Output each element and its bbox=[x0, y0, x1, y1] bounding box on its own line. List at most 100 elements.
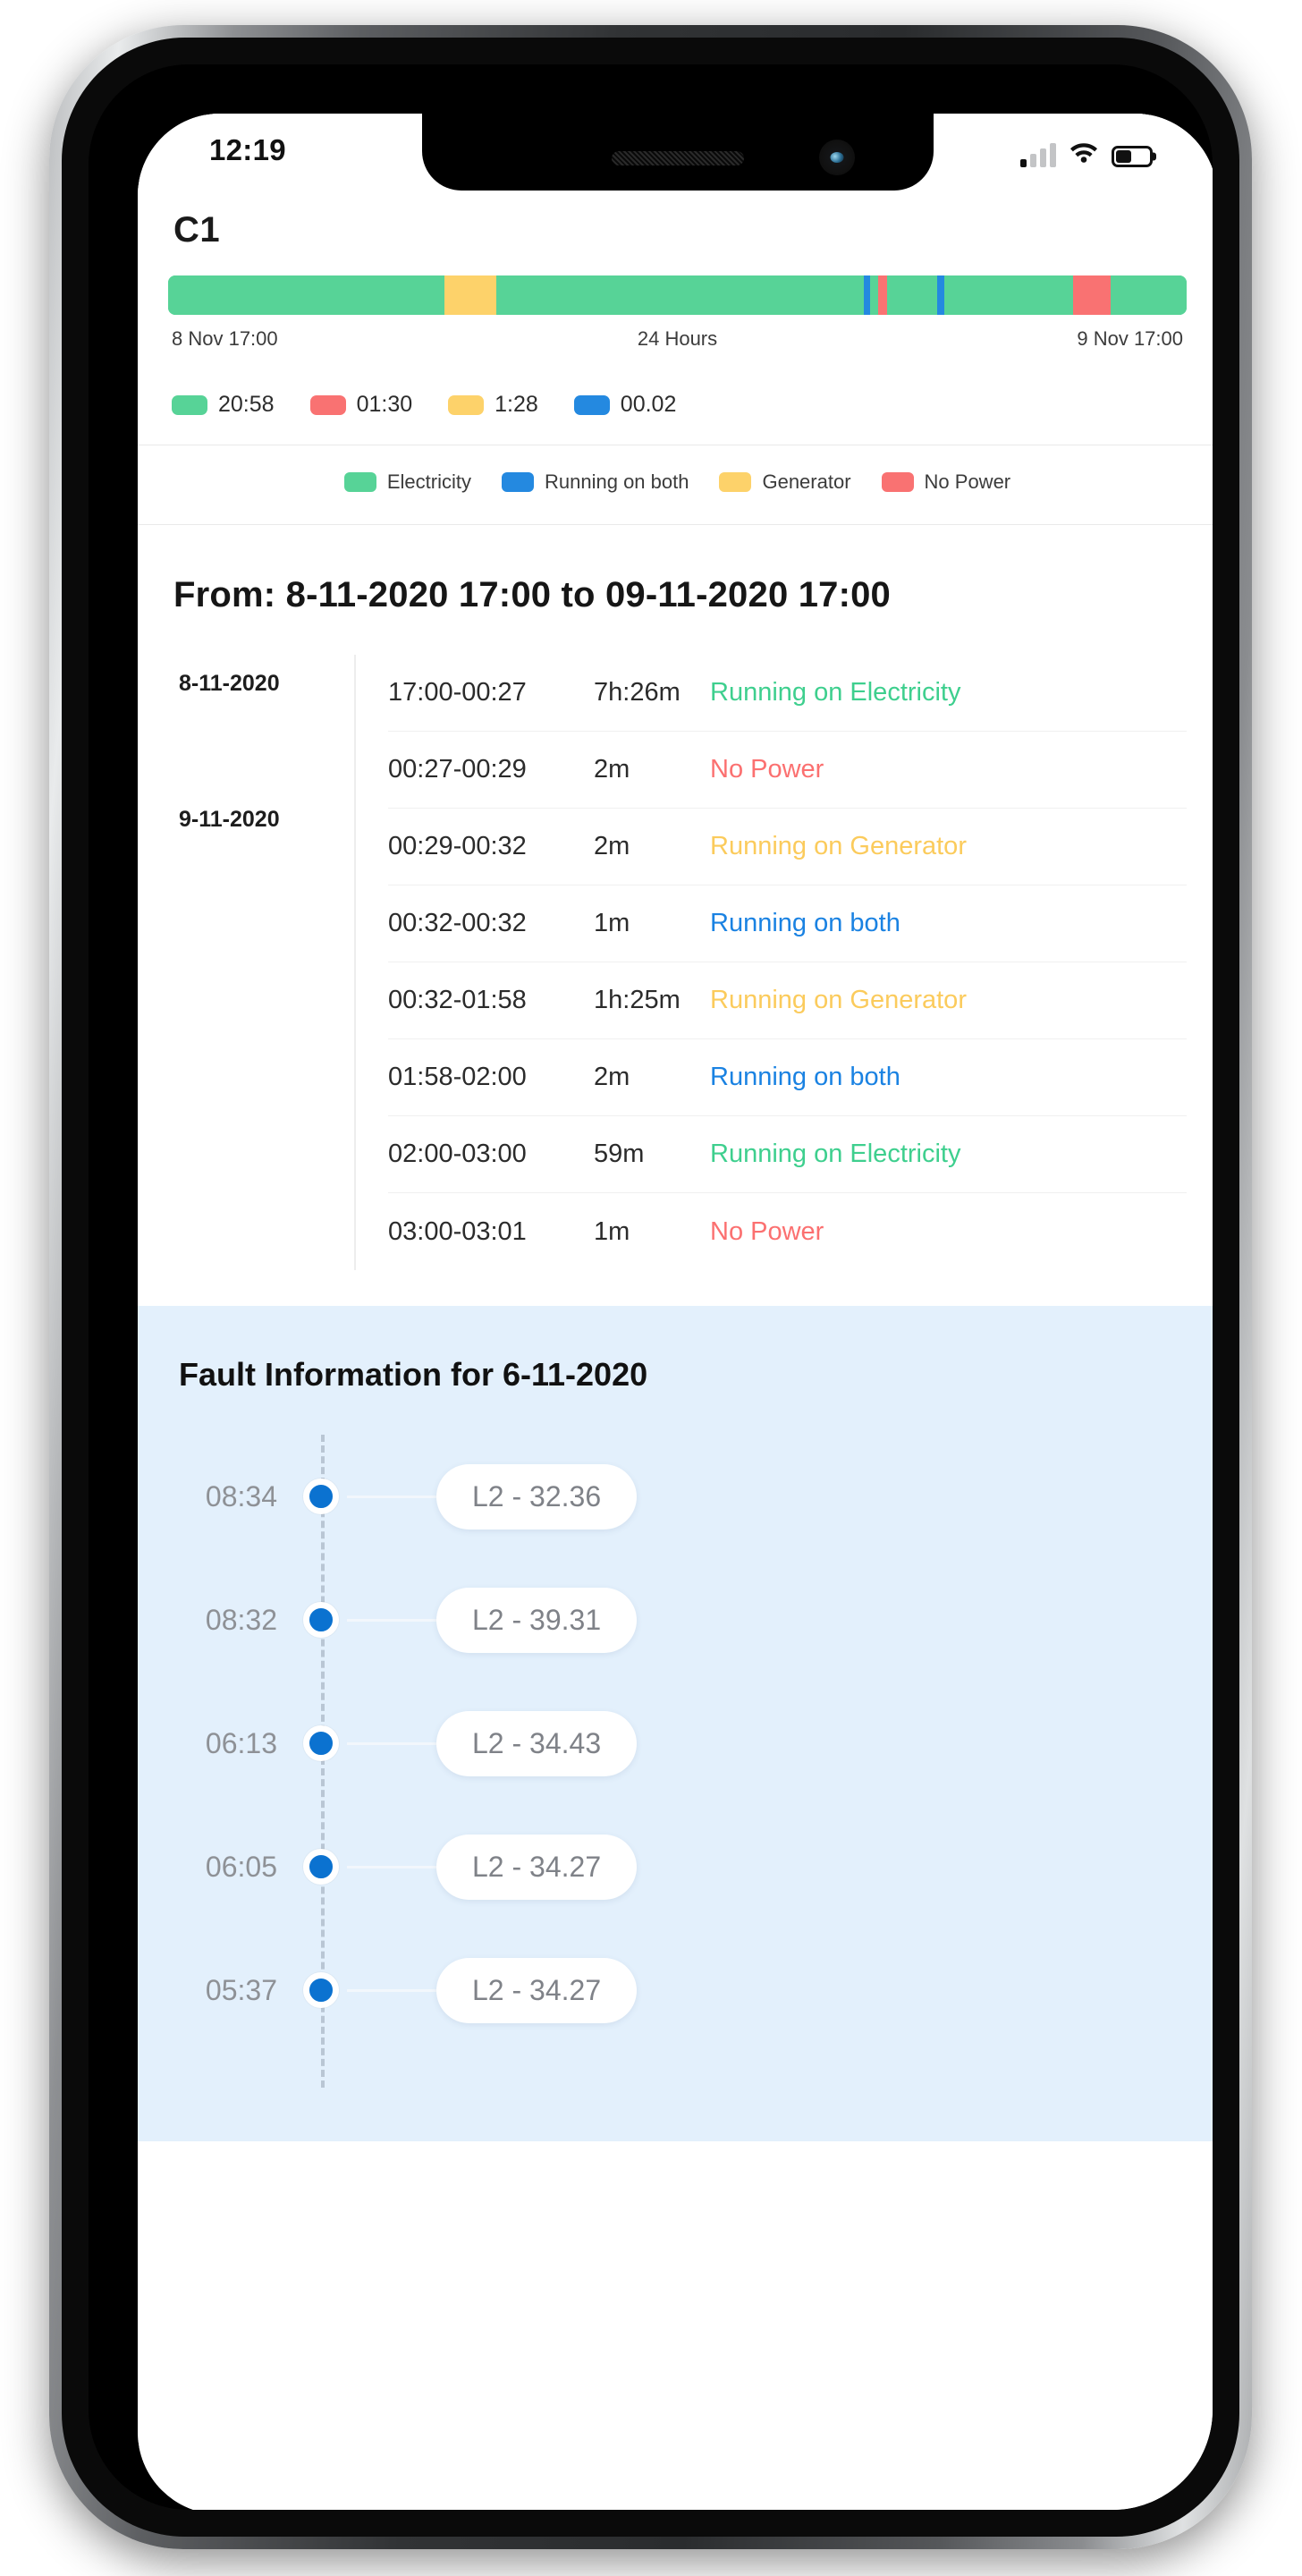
fault-value-chip[interactable]: L2 - 34.43 bbox=[436, 1710, 638, 1776]
fault-information-panel: Fault Information for 6-11-2020 08:34 L2 … bbox=[138, 1306, 1213, 2141]
table-row[interactable]: 17:00-00:27 7h:26m Running on Electricity bbox=[388, 655, 1187, 732]
fault-time: 05:37 bbox=[205, 1973, 277, 2006]
timeline-segment bbox=[863, 275, 871, 315]
page-title: C1 bbox=[173, 210, 221, 250]
status-badge: Running on Electricity bbox=[710, 678, 961, 707]
timeline-axis-end: 9 Nov 17:00 bbox=[1077, 327, 1183, 350]
log-date-label: 9-11-2020 bbox=[179, 807, 280, 832]
status-badge: Running on Generator bbox=[710, 986, 967, 1014]
legend-swatch-icon bbox=[502, 472, 534, 492]
fault-connector-line bbox=[347, 1988, 436, 1992]
fault-value-chip[interactable]: L2 - 39.31 bbox=[436, 1587, 638, 1653]
color-swatch-icon bbox=[573, 394, 610, 415]
timeline-dot-icon bbox=[303, 1725, 339, 1761]
list-item[interactable]: 08:34 L2 - 32.36 bbox=[138, 1435, 1213, 1558]
legend-item: Electricity bbox=[343, 470, 471, 494]
table-row[interactable]: 00:32-01:58 1h:25m Running on Generator bbox=[388, 962, 1187, 1039]
fault-value-chip[interactable]: L2 - 32.36 bbox=[436, 1463, 638, 1530]
log-duration: 1m bbox=[594, 1216, 630, 1246]
fault-connector-line bbox=[347, 1741, 436, 1745]
timeline-dot-icon bbox=[303, 1849, 339, 1885]
notch bbox=[421, 114, 934, 191]
timeline-axis-start: 8 Nov 17:00 bbox=[172, 327, 278, 350]
fault-dot-wrapper bbox=[297, 1479, 345, 1514]
power-timeline-bar[interactable] bbox=[168, 275, 1187, 315]
duration-summary-item: 01:30 bbox=[309, 392, 412, 418]
fault-dot-wrapper bbox=[297, 1602, 345, 1638]
legend-item: Running on both bbox=[502, 470, 689, 494]
timeline-dot-icon bbox=[303, 1602, 339, 1638]
status-badge: No Power bbox=[710, 755, 824, 784]
list-item[interactable]: 06:05 L2 - 34.27 bbox=[138, 1805, 1213, 1928]
timeline-dot-icon bbox=[303, 1479, 339, 1514]
legend-item: No Power bbox=[881, 470, 1010, 494]
front-camera-icon bbox=[818, 140, 855, 175]
legend-swatch-icon bbox=[719, 472, 752, 492]
fault-connector-line bbox=[347, 1865, 436, 1868]
duration-value: 00.02 bbox=[620, 392, 677, 417]
status-badge: Running on Electricity bbox=[710, 1140, 961, 1168]
duration-summary-item: 00.02 bbox=[573, 392, 677, 418]
timeline-axis-center: 24 Hours bbox=[637, 327, 718, 350]
log-duration: 2m bbox=[594, 1063, 630, 1091]
fault-value-chip[interactable]: L2 - 34.27 bbox=[436, 1957, 638, 2023]
table-row[interactable]: 00:27-00:29 2m No Power bbox=[388, 732, 1187, 809]
table-row[interactable]: 02:00-03:00 59m Running on Electricity bbox=[388, 1116, 1187, 1193]
timeline-segment bbox=[878, 275, 888, 315]
log-duration: 2m bbox=[594, 832, 630, 860]
timeline-segment bbox=[168, 275, 445, 315]
timeline-segment bbox=[936, 275, 944, 315]
log-duration: 1h:25m bbox=[594, 986, 681, 1014]
legend-item: Generator bbox=[719, 470, 851, 494]
log-time-range: 00:29-00:32 bbox=[388, 832, 527, 860]
status-badge: Running on both bbox=[710, 909, 900, 937]
log-time-range: 03:00-03:01 bbox=[388, 1216, 527, 1246]
phone-bezel: 12:19 C1 8 Nov 17:00 24 Hours 9 Nov 17:0… bbox=[89, 64, 1213, 2510]
timeline-axis: 8 Nov 17:00 24 Hours 9 Nov 17:00 bbox=[168, 327, 1187, 369]
log-time-range: 00:32-01:58 bbox=[388, 986, 527, 1014]
log-time-range: 02:00-03:00 bbox=[388, 1140, 527, 1168]
app-scroll-area[interactable]: 12:19 C1 8 Nov 17:00 24 Hours 9 Nov 17:0… bbox=[138, 114, 1213, 2510]
log-time-range: 01:58-02:00 bbox=[388, 1063, 527, 1091]
fault-section-title: Fault Information for 6-11-2020 bbox=[179, 1356, 648, 1393]
timeline-segment bbox=[1110, 275, 1187, 315]
fault-connector-line bbox=[347, 1495, 436, 1498]
log-time-range: 17:00-00:27 bbox=[388, 678, 527, 707]
phone-screen: 12:19 C1 8 Nov 17:00 24 Hours 9 Nov 17:0… bbox=[138, 114, 1213, 2510]
fault-dot-wrapper bbox=[297, 1725, 345, 1761]
table-row[interactable]: 01:58-02:00 2m Running on both bbox=[388, 1039, 1187, 1116]
timeline-segment bbox=[1073, 275, 1111, 315]
duration-value: 20:58 bbox=[218, 392, 275, 417]
fault-time: 08:34 bbox=[205, 1479, 277, 1513]
timeline-segment bbox=[496, 275, 864, 315]
phone-body: 12:19 C1 8 Nov 17:00 24 Hours 9 Nov 17:0… bbox=[62, 38, 1239, 2537]
legend-label: Running on both bbox=[545, 470, 689, 493]
fault-value-chip[interactable]: L2 - 34.27 bbox=[436, 1834, 638, 1900]
table-row[interactable]: 03:00-03:01 1m No Power bbox=[388, 1193, 1187, 1270]
status-badge: No Power bbox=[710, 1216, 824, 1246]
fault-dot-wrapper bbox=[297, 1849, 345, 1885]
color-swatch-icon bbox=[448, 394, 485, 415]
table-row[interactable]: 00:29-00:32 2m Running on Generator bbox=[388, 809, 1187, 886]
date-range-header: From: 8-11-2020 17:00 to 09-11-2020 17:0… bbox=[173, 575, 892, 614]
fault-time: 06:05 bbox=[205, 1850, 277, 1883]
table-row[interactable]: 00:32-00:32 1m Running on both bbox=[388, 886, 1187, 962]
legend: Electricity Running on both Generator No Po… bbox=[138, 445, 1213, 524]
duration-value: 1:28 bbox=[495, 392, 538, 417]
list-item[interactable]: 06:13 L2 - 34.43 bbox=[138, 1682, 1213, 1805]
duration-summary: 20:58 01:30 1:28 00.02 bbox=[168, 392, 1187, 445]
color-swatch-icon bbox=[309, 394, 346, 415]
speaker-grille-icon bbox=[611, 151, 744, 165]
list-item[interactable]: 08:32 L2 - 39.31 bbox=[138, 1558, 1213, 1682]
log-duration: 2m bbox=[594, 755, 630, 784]
list-item[interactable]: 05:37 L2 - 34.27 bbox=[138, 1928, 1213, 2052]
log-time-range: 00:32-00:32 bbox=[388, 909, 527, 937]
fault-connector-line bbox=[347, 1618, 436, 1622]
log-rows-column: 17:00-00:27 7h:26m Running on Electricity 0… bbox=[356, 655, 1187, 1270]
duration-summary-item: 1:28 bbox=[448, 392, 538, 418]
power-log-table: 8-11-2020 9-11-2020 17:00-00:27 7h:26m Runn… bbox=[138, 624, 1213, 1306]
timeline-segment bbox=[444, 275, 497, 315]
log-duration: 1m bbox=[594, 909, 630, 937]
log-date-column: 8-11-2020 9-11-2020 bbox=[168, 655, 356, 1270]
app-content: C1 8 Nov 17:00 24 Hours 9 Nov 17:00 20:5… bbox=[138, 114, 1213, 2510]
